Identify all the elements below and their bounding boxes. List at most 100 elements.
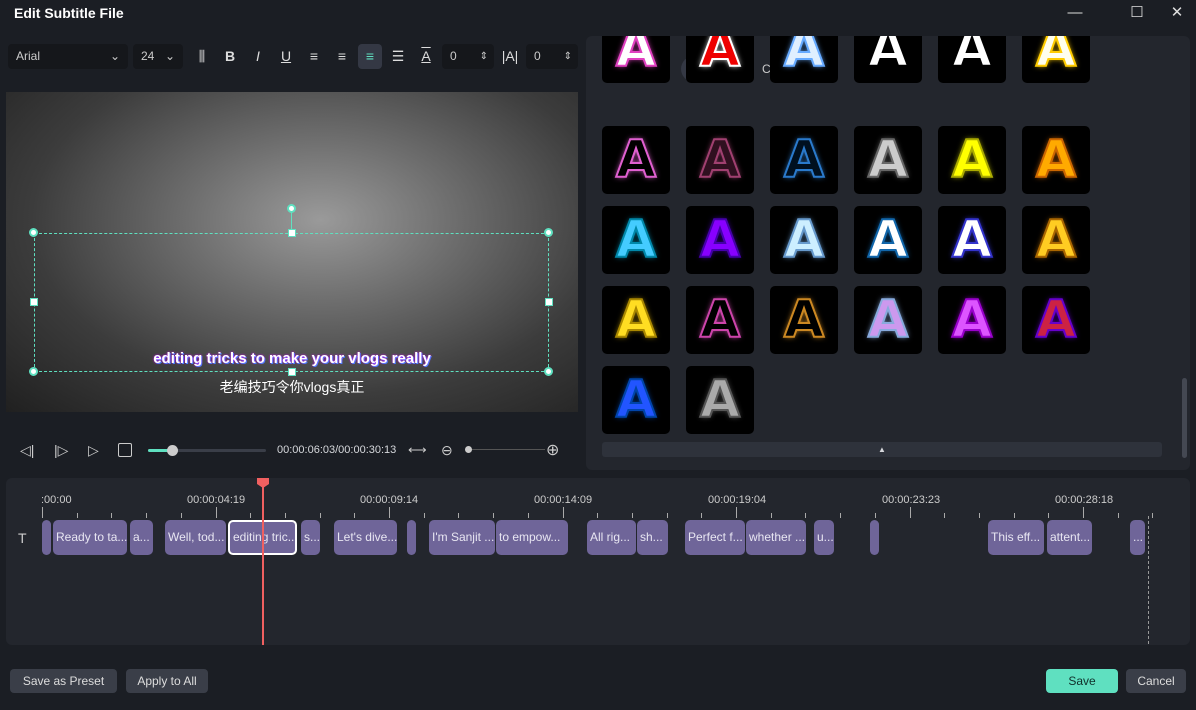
align-right-icon[interactable]: ≡ xyxy=(330,44,354,69)
save-as-preset-button[interactable]: Save as Preset xyxy=(10,669,117,693)
stepper-icon[interactable]: ⇕ xyxy=(564,44,572,69)
preset-tile[interactable]: A xyxy=(770,206,838,274)
text-case-icon[interactable]: A xyxy=(414,44,438,69)
preset-tile[interactable]: A xyxy=(854,36,922,83)
subtitle-clip[interactable]: to empow... xyxy=(496,520,568,555)
preset-tile[interactable]: A xyxy=(602,126,670,194)
preset-tile[interactable]: A xyxy=(938,286,1006,354)
preset-tile[interactable]: A xyxy=(854,206,922,274)
font-value: Arial xyxy=(16,49,41,63)
progress-slider[interactable] xyxy=(148,445,266,456)
resize-handle[interactable] xyxy=(29,228,38,237)
preset-tile[interactable]: A xyxy=(686,126,754,194)
preset-tile[interactable]: A xyxy=(938,126,1006,194)
bold-icon[interactable]: B xyxy=(218,44,242,69)
size-select[interactable]: 24 ⌄ xyxy=(133,44,183,69)
subtitle-clip[interactable]: This eff... xyxy=(988,520,1044,555)
resize-handle[interactable] xyxy=(544,228,553,237)
line-spacing-input[interactable]: 0 ⇕ xyxy=(526,44,578,69)
preset-tile[interactable]: A xyxy=(938,206,1006,274)
subtitle-clip[interactable]: Perfect f... xyxy=(685,520,745,555)
ruler-tick xyxy=(319,513,321,518)
preset-tile[interactable]: A xyxy=(602,36,670,83)
preset-tile[interactable]: A xyxy=(602,206,670,274)
subtitle-clip[interactable]: u... xyxy=(814,520,834,555)
ruler-tick xyxy=(423,513,425,518)
time-display: 00:00:06:03/00:00:30:13 xyxy=(277,444,397,456)
apply-to-all-button[interactable]: Apply to All xyxy=(126,669,208,693)
subtitle-clip[interactable]: s... xyxy=(301,520,320,555)
ruler-tick xyxy=(354,513,356,518)
play-icon[interactable]: ▷ xyxy=(88,442,99,459)
zoom-in-icon[interactable]: ⊕ xyxy=(546,440,559,460)
preset-tile[interactable]: A xyxy=(602,286,670,354)
resize-handle[interactable] xyxy=(288,368,296,376)
ruler-tick xyxy=(458,513,460,518)
preset-tile[interactable]: A xyxy=(602,366,670,434)
rotate-handle[interactable] xyxy=(287,204,296,213)
subtitle-clip[interactable] xyxy=(407,520,416,555)
ruler-tick xyxy=(493,513,495,518)
stepper-icon[interactable]: ⇕ xyxy=(480,44,488,69)
italic-icon[interactable]: I xyxy=(246,44,270,69)
scrollbar[interactable] xyxy=(1182,378,1187,458)
resize-handle[interactable] xyxy=(544,367,553,376)
preset-tile[interactable]: A xyxy=(1022,286,1090,354)
preset-tile[interactable]: A xyxy=(938,36,1006,83)
resize-handle[interactable] xyxy=(30,298,38,306)
preset-tile[interactable]: A xyxy=(1022,36,1090,83)
ruler-tick xyxy=(631,513,633,518)
prev-frame-icon[interactable]: ◁| xyxy=(20,442,34,459)
subtitle-clip[interactable]: ... xyxy=(1130,520,1145,555)
preset-tile[interactable]: A xyxy=(686,206,754,274)
resize-handle[interactable] xyxy=(29,367,38,376)
maximize-icon[interactable]: ☐ xyxy=(1122,2,1152,24)
playhead[interactable] xyxy=(262,486,264,645)
subtitle-clip[interactable] xyxy=(870,520,879,555)
subtitle-clip[interactable]: attent... xyxy=(1047,520,1092,555)
align-left-icon[interactable]: ≡ xyxy=(302,44,326,69)
fit-icon[interactable]: ⟷ xyxy=(408,442,427,458)
end-marker xyxy=(1148,516,1149,644)
zoom-out-icon[interactable]: ⊖ xyxy=(441,442,453,459)
subtitle-clip[interactable] xyxy=(42,520,51,555)
preset-tile[interactable]: A xyxy=(1022,126,1090,194)
subtitle-clip[interactable]: Well, tod... xyxy=(165,520,226,555)
subtitle-clip[interactable]: Ready to ta... xyxy=(53,520,127,555)
text-direction-icon[interactable]: ⫼ xyxy=(190,44,214,69)
collapse-button[interactable]: ▲ xyxy=(602,442,1162,457)
preset-tile[interactable]: A xyxy=(686,286,754,354)
preset-tile[interactable]: A xyxy=(854,126,922,194)
ruler-label: :00:00 xyxy=(41,494,72,506)
ruler-tick xyxy=(736,507,737,518)
minimize-icon[interactable]: — xyxy=(1060,2,1090,24)
subtitle-clip[interactable]: sh... xyxy=(637,520,668,555)
next-frame-icon[interactable]: |▷ xyxy=(54,442,68,459)
preset-tile[interactable]: A xyxy=(770,36,838,83)
close-icon[interactable]: ✕ xyxy=(1162,2,1192,24)
preset-tile[interactable]: A xyxy=(1022,206,1090,274)
preset-tile[interactable]: A xyxy=(686,366,754,434)
subtitle-bounding-box[interactable] xyxy=(34,233,549,372)
cancel-button[interactable]: Cancel xyxy=(1126,669,1186,693)
underline-icon[interactable]: U xyxy=(274,44,298,69)
preset-tile[interactable]: A xyxy=(854,286,922,354)
font-select[interactable]: Arial ⌄ xyxy=(8,44,128,69)
align-center-icon[interactable]: ≡ xyxy=(358,44,382,69)
resize-handle[interactable] xyxy=(288,229,296,237)
preset-tile[interactable]: A xyxy=(770,126,838,194)
subtitle-clip[interactable]: All rig... xyxy=(587,520,636,555)
subtitle-clip[interactable]: Let's dive... xyxy=(334,520,397,555)
save-button[interactable]: Save xyxy=(1046,669,1118,693)
preset-tile[interactable]: A xyxy=(686,36,754,83)
justify-icon[interactable]: ☰ xyxy=(386,44,410,69)
subtitle-clip[interactable]: a... xyxy=(130,520,153,555)
preset-tile[interactable]: A xyxy=(770,286,838,354)
letter-spacing-input[interactable]: 0 ⇕ xyxy=(442,44,494,69)
subtitle-clip[interactable]: whether ... xyxy=(746,520,806,555)
resize-handle[interactable] xyxy=(545,298,553,306)
ruler-tick xyxy=(1013,513,1015,518)
subtitle-clip[interactable]: I'm Sanjit ... xyxy=(429,520,495,555)
stop-icon[interactable] xyxy=(118,443,132,457)
zoom-slider[interactable] xyxy=(465,446,545,453)
